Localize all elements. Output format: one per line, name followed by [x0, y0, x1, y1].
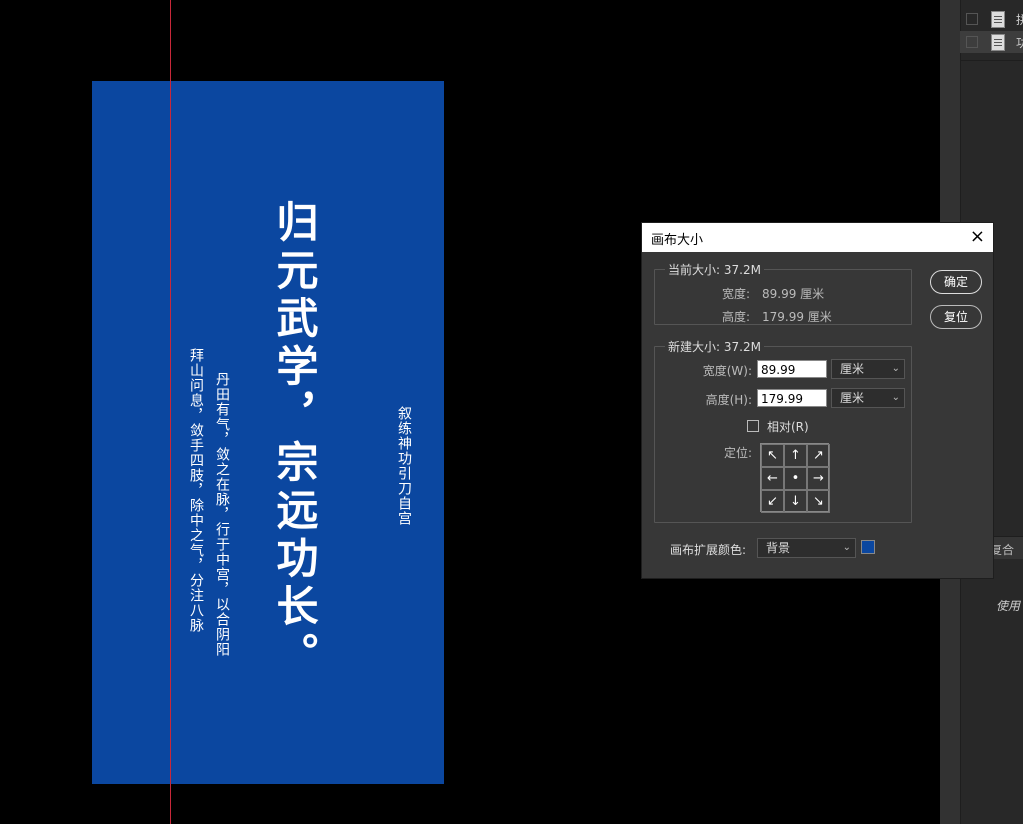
- width-unit-select[interactable]: 厘米 ⌄: [831, 359, 905, 379]
- artwork-signature: 叙练神功引刀自宫: [396, 406, 412, 526]
- document-canvas[interactable]: [92, 81, 444, 784]
- relative-checkbox[interactable]: [747, 420, 759, 432]
- width-input[interactable]: 89.99: [757, 360, 827, 378]
- dialog-title: 画布大小: [651, 233, 704, 248]
- anchor-left[interactable]: ←: [761, 467, 784, 490]
- ok-button[interactable]: 确定: [930, 270, 982, 294]
- anchor-grid[interactable]: ↖ ↑ ↗ ← • → ↙ ↓ ↘: [760, 443, 830, 513]
- layer-visibility-checkbox[interactable]: [966, 13, 978, 25]
- width-unit-value: 厘米: [840, 362, 865, 376]
- relative-label[interactable]: 相对(R): [767, 418, 809, 435]
- current-size-legend: 当前大小: 37.2M: [668, 263, 761, 277]
- reset-button[interactable]: 复位: [930, 305, 982, 329]
- canvas-size-dialog: 画布大小 × 当前大小: 37.2M 宽度: 89.99 厘米 高度: 179.…: [641, 222, 994, 579]
- panel-divider: [960, 60, 1023, 61]
- height-unit-select[interactable]: 厘米 ⌄: [831, 388, 905, 408]
- new-size-legend: 新建大小: 37.2M: [668, 340, 761, 354]
- anchor-top[interactable]: ↑: [784, 444, 807, 467]
- dialog-title-bar[interactable]: 画布大小 ×: [642, 223, 993, 252]
- anchor-top-left[interactable]: ↖: [761, 444, 784, 467]
- anchor-right[interactable]: →: [807, 467, 830, 490]
- anchor-center[interactable]: •: [784, 467, 807, 490]
- new-height-label: 高度(H):: [705, 393, 752, 407]
- chevron-down-icon: ⌄: [891, 392, 900, 403]
- height-input[interactable]: 179.99: [757, 389, 827, 407]
- extension-color-swatch[interactable]: [861, 540, 875, 554]
- extension-color-label: 画布扩展颜色:: [670, 543, 747, 557]
- panel-info-text: 使用: [996, 599, 1021, 613]
- extension-color-select[interactable]: 背景 ⌄: [757, 538, 856, 558]
- anchor-label: 定位:: [723, 446, 752, 460]
- vertical-guide-line[interactable]: [170, 0, 171, 824]
- layer-visibility-checkbox[interactable]: [966, 36, 978, 48]
- anchor-top-right[interactable]: ↗: [807, 444, 830, 467]
- chevron-down-icon: ⌄: [891, 363, 900, 374]
- current-height-value: 179.99 厘米: [762, 310, 832, 324]
- anchor-bottom-right[interactable]: ↘: [807, 490, 830, 513]
- layer-row-selected[interactable]: 功: [960, 31, 1023, 53]
- extension-color-value: 背景: [766, 541, 791, 555]
- layer-name: 拼: [1016, 13, 1023, 27]
- layer-row[interactable]: 拼: [960, 8, 1023, 30]
- current-height-label: 高度:: [721, 310, 750, 324]
- current-width-label: 宽度:: [721, 287, 750, 301]
- close-icon[interactable]: ×: [970, 226, 985, 247]
- chevron-down-icon: ⌄: [842, 542, 851, 553]
- current-width-value: 89.99 厘米: [762, 287, 825, 301]
- anchor-bottom-left[interactable]: ↙: [761, 490, 784, 513]
- artwork-line-2: 丹田有气，敛之在脉，行于中宫，以合阴阳: [214, 372, 230, 657]
- artwork-line-1: 拜山问息，敛手四肢，除中之气，分注八脉: [188, 348, 204, 633]
- artwork-title: 归元武学，宗远功长。: [270, 200, 319, 680]
- document-icon: [991, 11, 1005, 28]
- anchor-bottom[interactable]: ↓: [784, 490, 807, 513]
- height-unit-value: 厘米: [840, 391, 865, 405]
- layer-name: 功: [1016, 36, 1023, 50]
- new-width-label: 宽度(W):: [702, 364, 752, 378]
- document-icon: [991, 34, 1005, 51]
